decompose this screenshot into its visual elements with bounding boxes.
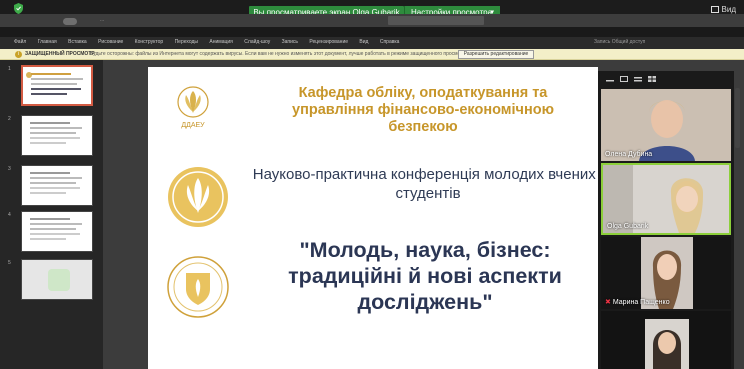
ribbon-tab[interactable]: Рисование <box>98 39 123 45</box>
thumbnail-number: 2 <box>8 116 11 122</box>
participant-name: Olga Gubarik <box>607 223 649 230</box>
protected-view-label: ЗАЩИЩЕННЫЙ ПРОСМОТР <box>25 51 95 57</box>
protected-view-message: Будьте осторожны: файлы из Интернета мог… <box>90 51 470 57</box>
faculty-logo <box>167 256 229 318</box>
participant-tile[interactable]: ✖ Марина Пащенко <box>601 237 731 309</box>
slide-thumbnail[interactable] <box>21 165 93 206</box>
logo-caption: ДДАЕУ <box>181 122 205 129</box>
ribbon-tab[interactable]: Слайд-шоу <box>244 39 270 45</box>
thumbnail-number: 4 <box>8 212 11 218</box>
ribbon-tab[interactable]: Вставка <box>68 39 87 45</box>
grid-view-icon <box>710 6 719 13</box>
conference-theme: "Молодь, наука, бізнес: традиційні й нов… <box>288 238 562 314</box>
slide-thumbnail-panel: 1 2 3 4 5 <box>0 60 103 369</box>
university-logo: ДДАЕУ <box>177 86 209 129</box>
slide-thumbnail[interactable] <box>21 115 93 156</box>
participant-tile[interactable] <box>601 311 731 369</box>
conference-title: Науково-практична конференція молодих вч… <box>252 166 604 202</box>
ribbon-right-actions[interactable]: Запись Общий доступ <box>594 39 645 45</box>
gallery-view-icon[interactable] <box>648 76 656 82</box>
autosave-toggle[interactable] <box>63 18 77 25</box>
participant-name: Олена Дубина <box>605 151 653 158</box>
participant-tile[interactable]: Olga Gubarik <box>601 163 731 235</box>
minimize-icon[interactable] <box>606 76 614 82</box>
thumbnail-number: 3 <box>8 166 11 172</box>
ribbon-tab[interactable]: Справка <box>380 39 400 45</box>
enable-editing-button[interactable]: Разрешить редактирование <box>458 50 534 59</box>
gallery-controls <box>598 71 734 87</box>
ppt-search-box[interactable] <box>388 16 484 25</box>
emblem-logo <box>168 167 228 227</box>
slide-thumbnail[interactable] <box>21 65 93 106</box>
slide-thumbnail[interactable] <box>21 259 93 300</box>
protected-view-bar: i ЗАЩИЩЕННЫЙ ПРОСМОТР Будьте осторожны: … <box>0 49 744 60</box>
document-filename: ... <box>100 17 105 23</box>
ribbon-tab[interactable]: Переходы <box>175 39 198 45</box>
ribbon-tab[interactable]: Анимация <box>209 39 232 45</box>
ribbon-tab[interactable]: Запись <box>282 39 298 45</box>
participant-name: ✖ Марина Пащенко <box>605 299 670 306</box>
view-button[interactable]: Вид <box>710 5 736 14</box>
strip-view-icon[interactable] <box>634 76 642 82</box>
participant-tile[interactable]: Олена Дубина <box>601 89 731 161</box>
info-icon: i <box>15 51 22 58</box>
ribbon-tab-list: Файл Главная Вставка Рисование Конструкт… <box>14 39 409 45</box>
ppt-title-bar: ... <box>0 14 744 27</box>
ribbon-tab[interactable]: Главная <box>38 39 57 45</box>
shield-icon <box>14 3 23 14</box>
ribbon-tab[interactable]: Вид <box>359 39 368 45</box>
participants-scrollbar[interactable] <box>735 88 740 148</box>
thumbnail-image <box>48 269 70 291</box>
current-slide: ДДАЕУ Кафедра обліку, оподаткування та у… <box>148 67 603 369</box>
thumbnail-number: 5 <box>8 260 11 266</box>
department-title: Кафедра обліку, оподаткування та управлі… <box>292 85 554 135</box>
thumbnail-number: 1 <box>8 66 11 72</box>
ribbon-tabs: Файл Главная Вставка Рисование Конструкт… <box>0 37 744 49</box>
ribbon-tab[interactable]: Файл <box>14 39 26 45</box>
speaker-view-icon[interactable] <box>620 76 628 82</box>
participants-panel: Олена Дубина Olga Gubarik ✖ Марина Пащенк… <box>598 71 734 369</box>
view-label: Вид <box>721 5 736 14</box>
participant-video <box>601 311 731 369</box>
ribbon-tab[interactable]: Конструктор <box>135 39 164 45</box>
ribbon-tab[interactable]: Рецензирование <box>309 39 348 45</box>
slide-thumbnail[interactable] <box>21 211 93 252</box>
muted-mic-icon: ✖ <box>605 299 611 306</box>
